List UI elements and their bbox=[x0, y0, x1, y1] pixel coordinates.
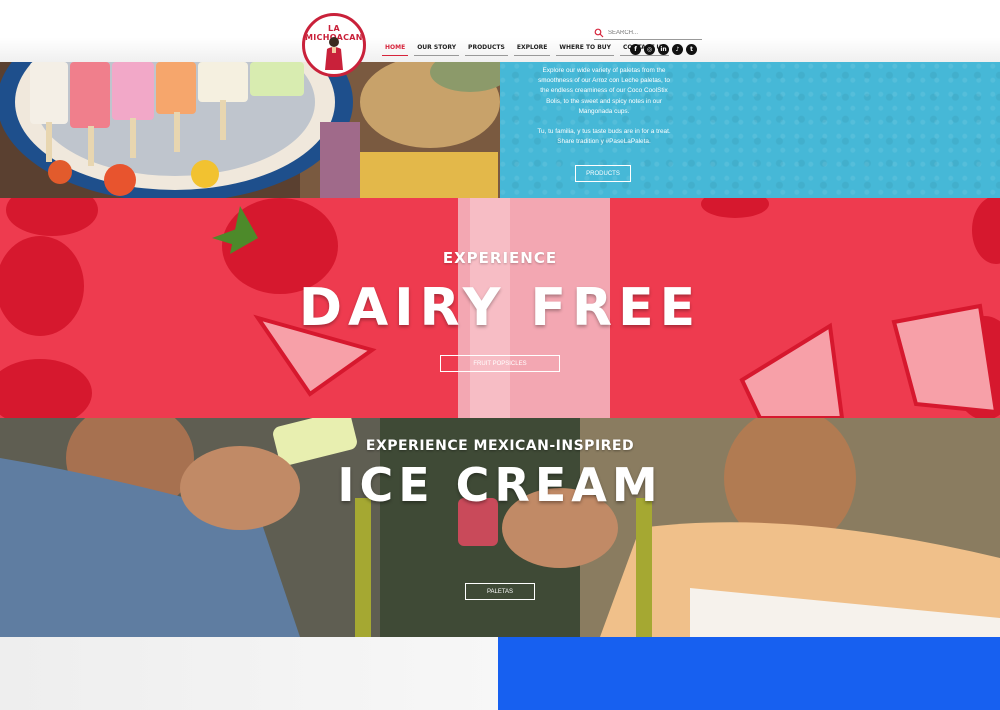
nav-home[interactable]: HOME bbox=[382, 42, 409, 56]
products-button[interactable]: PRODUCTS bbox=[575, 165, 631, 182]
tiktok-icon[interactable]: ♪ bbox=[672, 44, 683, 55]
main-nav: HOME OUR STORY PRODUCTS EXPLORE WHERE TO… bbox=[382, 42, 669, 56]
linkedin-icon[interactable]: in bbox=[658, 44, 669, 55]
ice-cream-heading: ICE CREAM bbox=[337, 458, 663, 512]
nav-explore[interactable]: EXPLORE bbox=[513, 42, 551, 56]
nav-products[interactable]: PRODUCTS bbox=[465, 42, 508, 56]
paletas-button[interactable]: PALETAS bbox=[465, 583, 535, 600]
search-icon[interactable] bbox=[594, 28, 604, 38]
promo-paragraph: Tu, tu familia, y tus taste buds are in … bbox=[537, 128, 671, 146]
paletas-platter-image bbox=[0, 62, 500, 198]
fruit-popsicles-button[interactable]: FRUIT POPSICLES bbox=[440, 355, 560, 372]
social-bar: f ◎ in ♪ t bbox=[630, 44, 697, 55]
facebook-icon[interactable]: f bbox=[630, 44, 641, 55]
nav-our-story[interactable]: OUR STORY bbox=[414, 42, 460, 56]
search-bar bbox=[594, 27, 702, 40]
bottom-blue-panel bbox=[498, 637, 1000, 710]
ice-cream-eyebrow: EXPERIENCE MEXICAN-INSPIRED bbox=[365, 438, 635, 454]
nav-where-to-buy[interactable]: WHERE TO BUY bbox=[556, 42, 615, 56]
dairy-free-eyebrow: EXPERIENCE bbox=[442, 249, 558, 267]
dairy-free-heading: DAIRY FREE bbox=[298, 278, 702, 338]
logo-figure-icon bbox=[325, 37, 343, 70]
promo-paragraph: Explore our wide variety of paletas from… bbox=[538, 67, 670, 115]
brand-logo[interactable]: LA MICHOACANA bbox=[302, 13, 366, 77]
twitter-icon[interactable]: t bbox=[686, 44, 697, 55]
bottom-light-panel bbox=[0, 637, 498, 710]
promo-copy: Explore our wide variety of paletas from… bbox=[534, 66, 674, 157]
instagram-icon[interactable]: ◎ bbox=[644, 44, 655, 55]
search-input[interactable] bbox=[604, 30, 698, 36]
